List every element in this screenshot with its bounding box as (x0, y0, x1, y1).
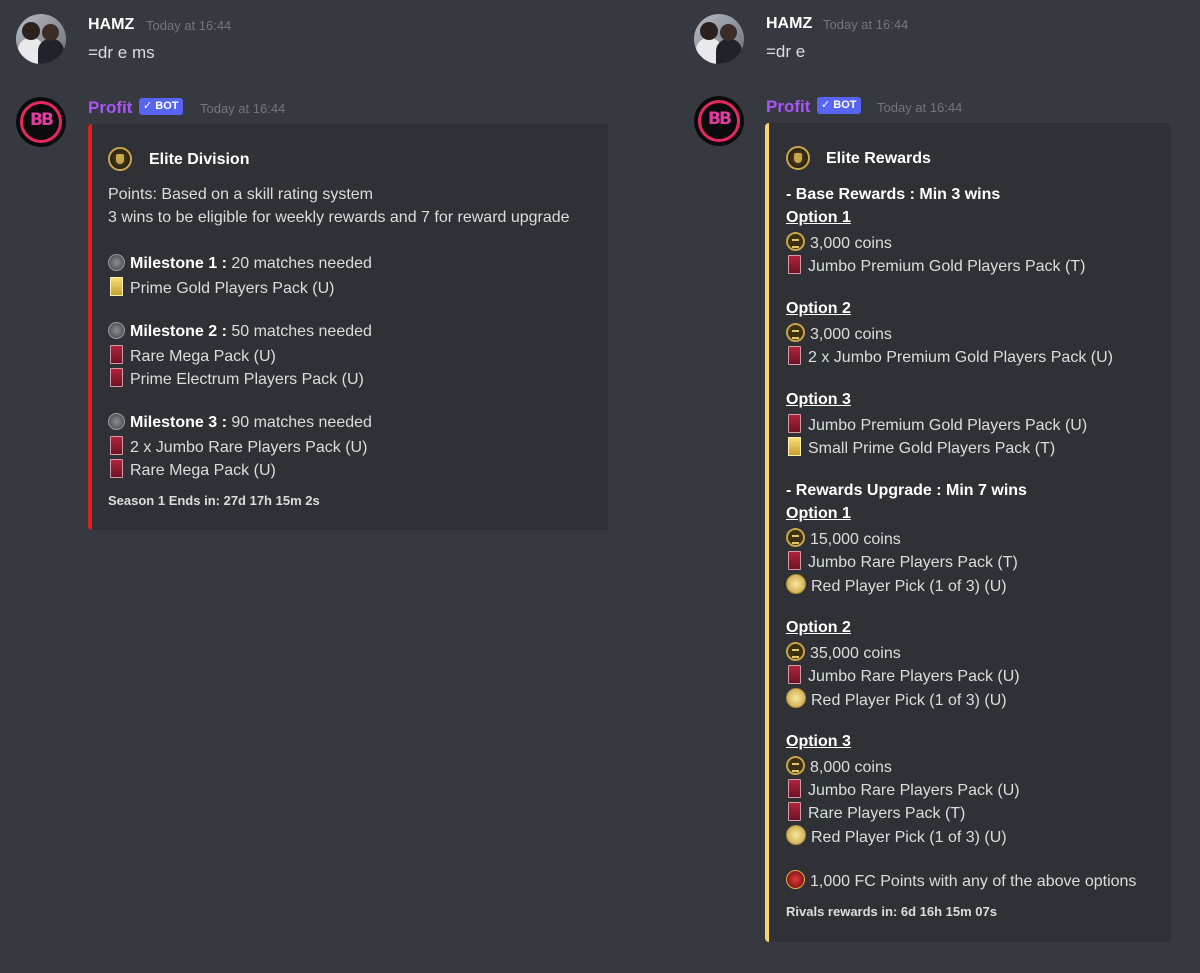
timestamp: Today at 16:44 (146, 18, 232, 33)
bot-badge: ✓ BOT (139, 98, 183, 115)
reward-item: 2 x Jumbo Premium Gold Players Pack (U) (786, 346, 1113, 367)
red-pack-icon (788, 255, 801, 274)
milestone-reward: Prime Gold Players Pack (U) (108, 277, 335, 298)
base-rewards-header: - Base Rewards : Min 3 wins (786, 186, 1001, 203)
embed-title: Elite Division (149, 151, 250, 168)
reward-item: Jumbo Premium Gold Players Pack (T) (786, 255, 1085, 276)
user-avatar[interactable] (694, 14, 744, 64)
milestone-reward: Rare Mega Pack (U) (108, 459, 276, 480)
red-pack-icon (110, 345, 123, 364)
milestone-label: Milestone 1 : (130, 255, 227, 272)
elite-rewards-embed: Elite Rewards - Base Rewards : Min 3 win… (765, 123, 1171, 942)
reward-item: Red Player Pick (1 of 3) (U) (786, 825, 1007, 847)
red-pack-icon (788, 414, 801, 433)
fc-points-icon (786, 870, 805, 889)
reward-text: 2 x Jumbo Rare Players Pack (U) (130, 439, 368, 456)
bot-avatar[interactable]: BB (694, 96, 744, 146)
milestone-3: Milestone 3 : 90 matches needed (108, 413, 372, 432)
red-pack-icon (110, 436, 123, 455)
gold-pack-icon (788, 437, 801, 456)
reward-item: 15,000 coins (786, 528, 901, 549)
embed-color-bar (765, 123, 769, 942)
option-label: Option 3 (786, 391, 851, 408)
coin-icon (786, 528, 805, 547)
player-pick-icon (786, 688, 806, 708)
reward-item: 3,000 coins (786, 232, 892, 253)
milestone-label: Milestone 2 : (130, 323, 227, 340)
message-text: =dr e (766, 42, 806, 61)
milestone-requirement: 50 matches needed (231, 323, 372, 340)
red-pack-icon (110, 459, 123, 478)
option-label: Option 2 (786, 619, 851, 636)
milestone-icon (108, 254, 125, 271)
milestone-icon (108, 322, 125, 339)
milestone-icon (108, 413, 125, 430)
reward-text: Prime Gold Players Pack (U) (130, 280, 335, 297)
coin-icon (786, 756, 805, 775)
milestone-requirement: 90 matches needed (231, 414, 372, 431)
rewards-upgrade-header: - Rewards Upgrade : Min 7 wins (786, 482, 1027, 499)
bot-avatar[interactable]: BB (16, 97, 66, 147)
option-label: Option 1 (786, 505, 851, 522)
reward-item: 3,000 coins (786, 323, 892, 344)
elite-crest-icon (786, 146, 810, 170)
reward-text: Rare Mega Pack (U) (130, 348, 276, 365)
coin-icon (786, 232, 805, 251)
reward-text: Rare Mega Pack (U) (130, 462, 276, 479)
username[interactable]: HAMZ (766, 15, 812, 33)
milestone-1: Milestone 1 : 20 matches needed (108, 254, 372, 273)
milestone-2: Milestone 2 : 50 matches needed (108, 322, 372, 341)
milestone-reward: Rare Mega Pack (U) (108, 345, 276, 366)
player-pick-icon (786, 825, 806, 845)
bot-badge: ✓ BOT (817, 97, 861, 114)
red-pack-icon (110, 368, 123, 387)
timestamp: Today at 16:44 (823, 17, 909, 32)
reward-item: 35,000 coins (786, 642, 901, 663)
username[interactable]: HAMZ (88, 16, 134, 34)
timestamp: Today at 16:44 (877, 100, 963, 115)
red-pack-icon (788, 802, 801, 821)
elite-division-embed: Elite Division Points: Based on a skill … (88, 124, 608, 530)
player-pick-icon (786, 574, 806, 594)
reward-item: Rare Players Pack (T) (786, 802, 965, 823)
fc-points-line: 1,000 FC Points with any of the above op… (786, 870, 1136, 891)
reward-item: Jumbo Premium Gold Players Pack (U) (786, 414, 1087, 435)
reward-item: Jumbo Rare Players Pack (T) (786, 551, 1018, 572)
gold-pack-icon (110, 277, 123, 296)
embed-title: Elite Rewards (826, 150, 931, 167)
message-text: =dr e ms (88, 43, 155, 62)
reward-item: Jumbo Rare Players Pack (U) (786, 665, 1020, 686)
coin-icon (786, 323, 805, 342)
embed-description-line: Points: Based on a skill rating system (108, 186, 374, 203)
embed-color-bar (88, 124, 92, 530)
milestone-reward: Prime Electrum Players Pack (U) (108, 368, 364, 389)
option-label: Option 1 (786, 209, 851, 226)
embed-footer: Season 1 Ends in: 27d 17h 15m 2s (108, 493, 320, 508)
user-avatar[interactable] (16, 14, 66, 64)
embed-footer: Rivals rewards in: 6d 16h 15m 07s (786, 904, 997, 919)
reward-item: Small Prime Gold Players Pack (T) (786, 437, 1055, 458)
reward-item: Jumbo Rare Players Pack (U) (786, 779, 1020, 800)
red-pack-icon (788, 665, 801, 684)
red-pack-icon (788, 346, 801, 365)
red-pack-icon (788, 551, 801, 570)
option-label: Option 2 (786, 300, 851, 317)
bot-name[interactable]: Profit (766, 97, 810, 117)
reward-item: Red Player Pick (1 of 3) (U) (786, 688, 1007, 710)
milestone-label: Milestone 3 : (130, 414, 227, 431)
milestone-requirement: 20 matches needed (231, 255, 372, 272)
timestamp: Today at 16:44 (200, 101, 286, 116)
milestone-reward: 2 x Jumbo Rare Players Pack (U) (108, 436, 367, 457)
reward-item: Red Player Pick (1 of 3) (U) (786, 574, 1007, 596)
option-label: Option 3 (786, 733, 851, 750)
reward-item: 8,000 coins (786, 756, 892, 777)
coin-icon (786, 642, 805, 661)
bot-name[interactable]: Profit (88, 98, 132, 118)
reward-text: Prime Electrum Players Pack (U) (130, 371, 364, 388)
embed-description-line: 3 wins to be eligible for weekly rewards… (108, 209, 570, 226)
elite-crest-icon (108, 147, 132, 171)
red-pack-icon (788, 779, 801, 798)
